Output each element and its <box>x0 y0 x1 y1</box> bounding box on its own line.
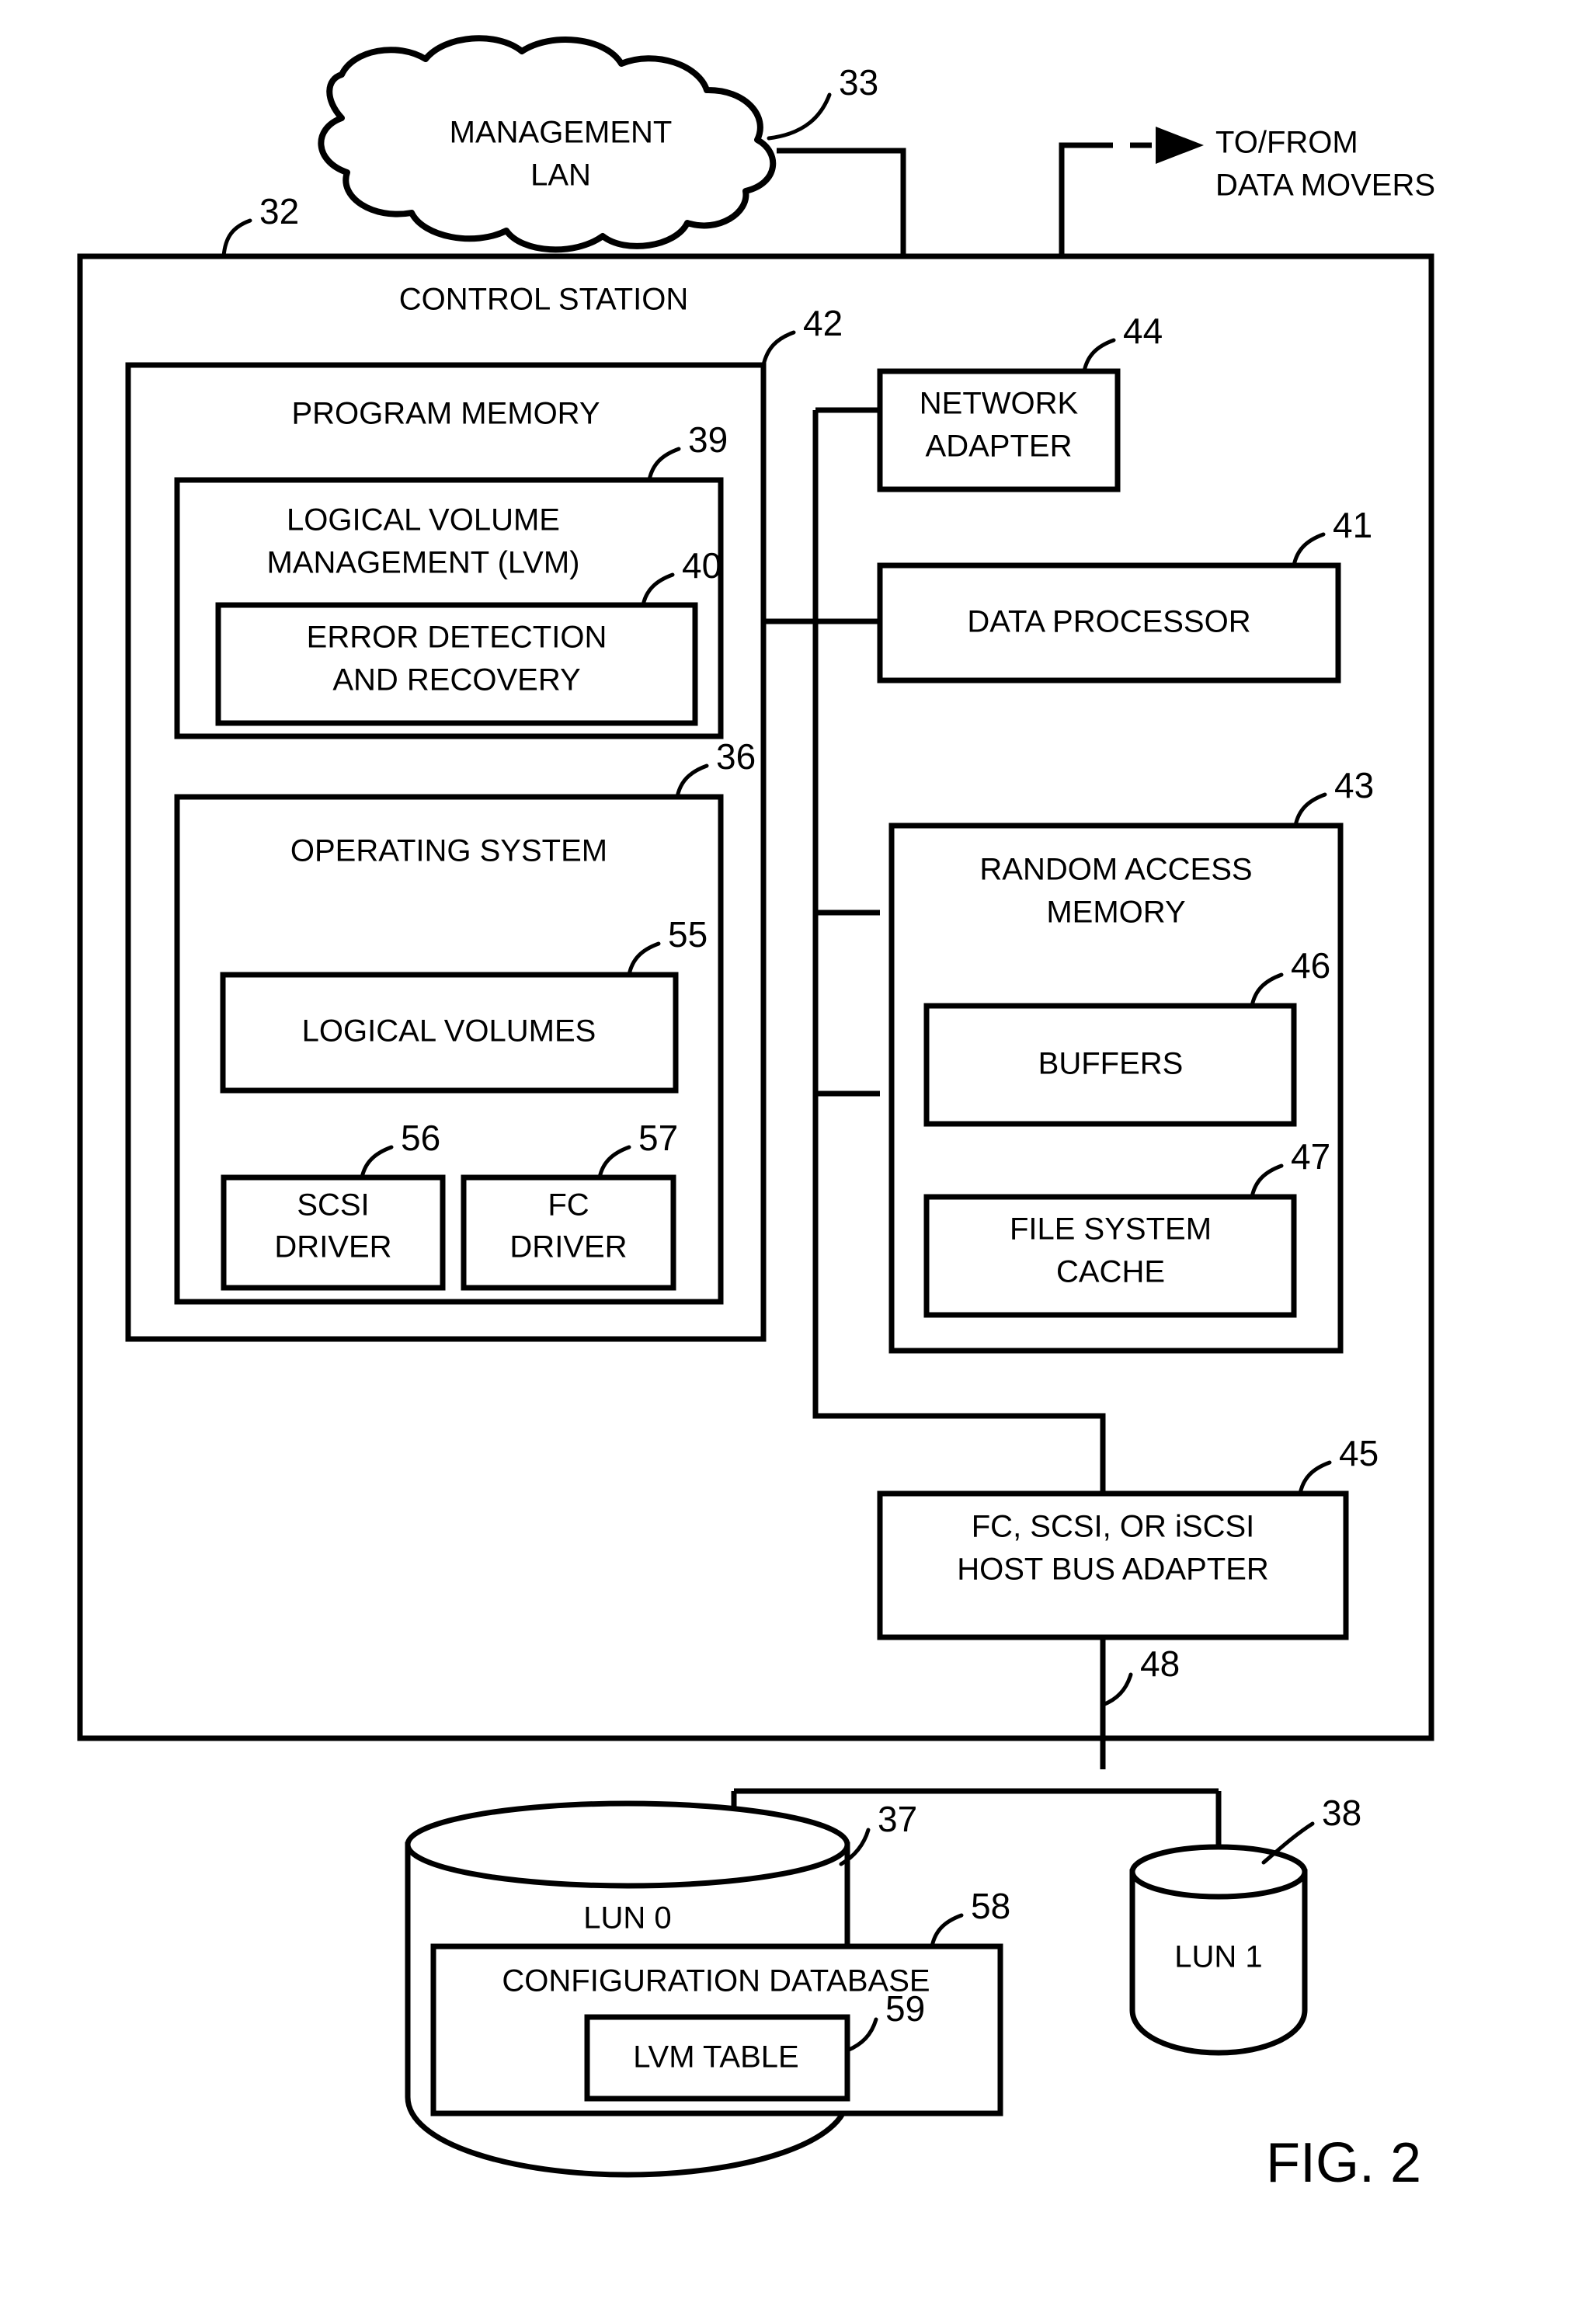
fc-driver-label-line1: FC <box>548 1188 589 1223</box>
lun1-cylinder: LUN 1 38 <box>1129 1793 1361 2056</box>
ref-38: 38 <box>1322 1793 1361 1833</box>
network-adapter-label-line1: NETWORK <box>920 387 1079 421</box>
ref-43: 43 <box>1334 765 1374 805</box>
ref-37: 37 <box>878 1799 917 1839</box>
host-bus-adapter-label-line2: HOST BUS ADAPTER <box>957 1553 1269 1587</box>
lun0-top-ellipse <box>405 1800 850 1889</box>
lvm-label-line1: LOGICAL VOLUME <box>287 503 560 537</box>
scsi-driver-label-line1: SCSI <box>297 1188 369 1223</box>
ref-39: 39 <box>688 419 728 460</box>
ref-44: 44 <box>1123 311 1163 351</box>
fc-driver-label-line2: DRIVER <box>509 1230 627 1264</box>
ref-55: 55 <box>668 914 708 955</box>
logical-volumes-label: LOGICAL VOLUMES <box>302 1014 596 1049</box>
ram-label-line1: RANDOM ACCESS <box>979 853 1252 887</box>
ref-36: 36 <box>716 736 756 777</box>
lvm-table-label: LVM TABLE <box>633 2040 798 2075</box>
ref-56: 56 <box>401 1118 440 1158</box>
data-processor-label: DATA PROCESSOR <box>967 605 1250 639</box>
ref-32: 32 <box>259 191 299 231</box>
ref-42: 42 <box>803 303 843 343</box>
to-from-data-movers: TO/FROM DATA MOVERS <box>1059 126 1435 256</box>
ref-48: 48 <box>1140 1643 1180 1684</box>
ram-label-line2: MEMORY <box>1046 896 1185 930</box>
control-station-title: CONTROL STATION <box>399 283 689 317</box>
data-movers-label-line1: TO/FROM <box>1215 126 1358 160</box>
lun1-label: LUN 1 <box>1174 1940 1262 1974</box>
error-detection-label-line1: ERROR DETECTION <box>307 621 607 655</box>
management-lan-label-line2: LAN <box>530 158 591 193</box>
figure-label: FIG. 2 <box>1266 2132 1421 2194</box>
ref-57: 57 <box>638 1118 678 1158</box>
management-lan-cloud: MANAGEMENT LAN 33 <box>318 35 878 253</box>
management-lan-label-line1: MANAGEMENT <box>450 116 673 150</box>
configuration-database-label: CONFIGURATION DATABASE <box>502 1964 930 1998</box>
data-movers-arrowhead <box>1156 127 1204 164</box>
patent-figure-2: MANAGEMENT LAN 33 TO/FROM DATA MOVERS CO… <box>0 0 1596 2306</box>
lead-line-58 <box>930 1913 964 1949</box>
lun0-label: LUN 0 <box>583 1901 671 1936</box>
ref-47: 47 <box>1291 1136 1330 1177</box>
figure-canvas: MANAGEMENT LAN 33 TO/FROM DATA MOVERS CO… <box>77 35 1435 2194</box>
ref-33: 33 <box>839 62 878 103</box>
data-movers-connector-elbow <box>1059 142 1091 256</box>
ref-45: 45 <box>1339 1433 1379 1473</box>
operating-system-label: OPERATING SYSTEM <box>290 834 607 868</box>
file-system-cache-label-line1: FILE SYSTEM <box>1010 1212 1212 1247</box>
lead-line-33 <box>767 92 832 141</box>
ref-40: 40 <box>682 545 722 586</box>
lun1-top-ellipse <box>1129 1844 1308 1900</box>
ref-58: 58 <box>971 1886 1010 1926</box>
ref-41: 41 <box>1333 505 1372 545</box>
lead-line-32 <box>221 218 252 259</box>
file-system-cache-label-line2: CACHE <box>1056 1255 1165 1289</box>
buffers-label: BUFFERS <box>1038 1047 1184 1081</box>
program-memory-label: PROGRAM MEMORY <box>291 397 600 431</box>
network-adapter-label-line2: ADAPTER <box>926 430 1073 464</box>
ref-46: 46 <box>1291 945 1330 986</box>
data-movers-label-line2: DATA MOVERS <box>1215 169 1435 203</box>
host-bus-adapter-label-line1: FC, SCSI, OR iSCSI <box>972 1510 1255 1544</box>
lvm-label-line2: MANAGEMENT (LVM) <box>267 546 580 580</box>
ref-59: 59 <box>885 1988 925 2029</box>
scsi-driver-label-line2: DRIVER <box>274 1230 391 1264</box>
error-detection-label-line2: AND RECOVERY <box>332 663 580 697</box>
